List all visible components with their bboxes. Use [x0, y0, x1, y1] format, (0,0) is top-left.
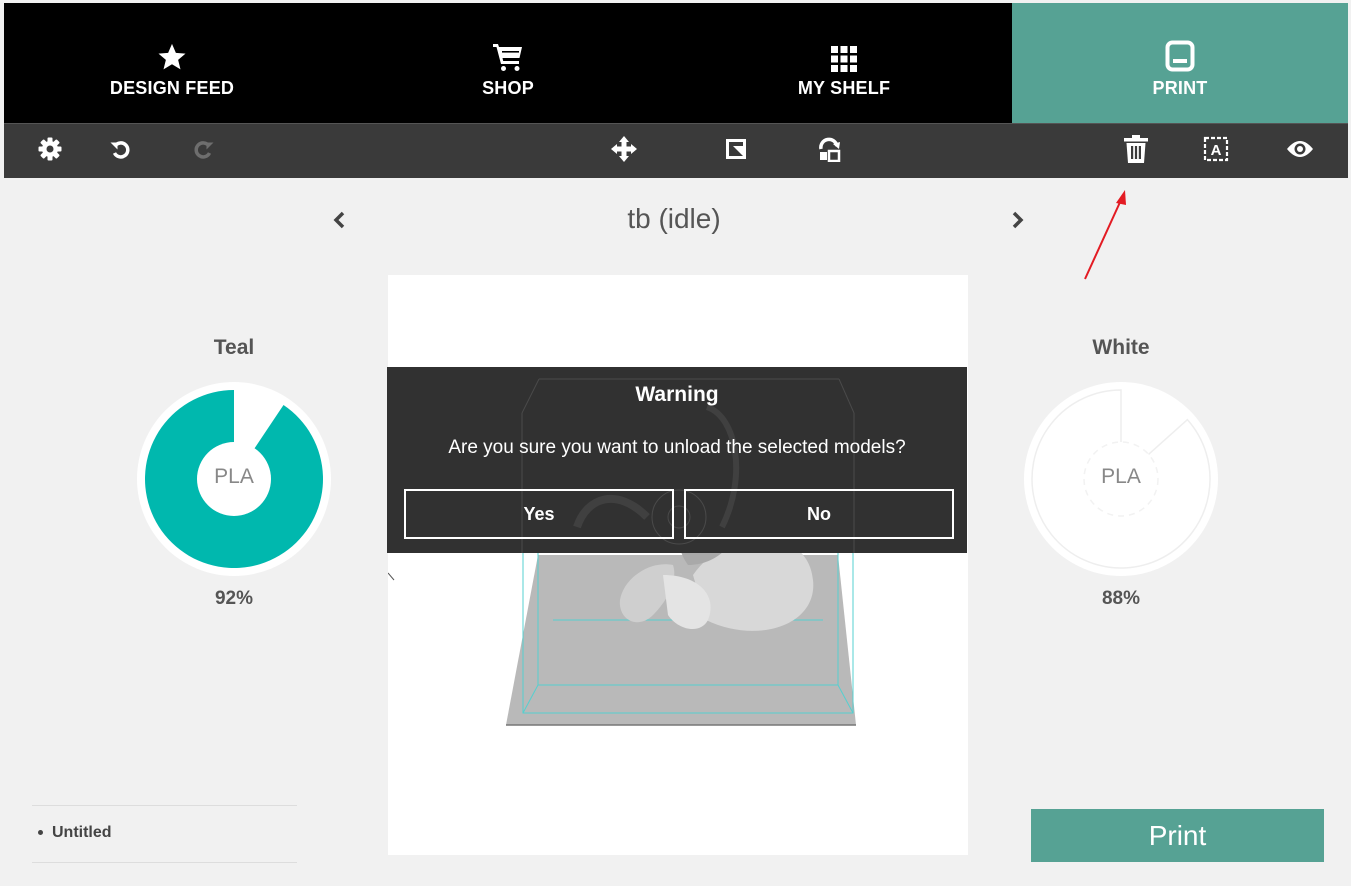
scale-icon: [726, 138, 746, 164]
print-button[interactable]: Print: [1031, 809, 1324, 862]
preview-button[interactable]: [1282, 124, 1318, 178]
bullet-icon: [38, 830, 43, 836]
tab-label: DESIGN FEED: [109, 77, 235, 98]
tab-shop[interactable]: SHOP: [340, 3, 676, 123]
app-window: DESIGN FEED SHOP MY SHELF PRINT A tb (id…: [4, 3, 1348, 883]
move-icon: [611, 135, 637, 167]
trash-icon: [1124, 134, 1148, 168]
redo-button[interactable]: [186, 124, 222, 178]
model-viewport[interactable]: [388, 275, 968, 855]
chevron-right-icon: [1011, 211, 1025, 234]
text-icon: A: [1203, 136, 1229, 167]
warning-dialog: Warning Are you sure you want to unload …: [387, 367, 967, 553]
previous-printer-button[interactable]: [324, 207, 354, 237]
svg-text:A: A: [1211, 142, 1222, 159]
material-percent-right: 88%: [1101, 588, 1141, 609]
cart-icon: [492, 28, 524, 72]
grid-icon: [831, 28, 857, 72]
chevron-left-icon: [332, 211, 346, 234]
no-button[interactable]: No: [684, 489, 954, 539]
material-type-left: PLA: [214, 465, 254, 488]
dialog-message: Are you sure you want to unload the sele…: [448, 437, 906, 458]
undo-icon: [109, 138, 131, 165]
tab-my-shelf[interactable]: MY SHELF: [676, 3, 1012, 123]
star-icon: [157, 28, 187, 72]
rotate-icon: [817, 136, 843, 167]
tab-design-feed[interactable]: DESIGN FEED: [4, 3, 340, 123]
material-name-right: White: [1092, 336, 1150, 359]
tab-label: PRINT: [1152, 77, 1208, 98]
eye-icon: [1286, 139, 1314, 164]
job-name: Untitled: [52, 824, 112, 841]
move-button[interactable]: [606, 124, 642, 178]
scale-button[interactable]: [718, 124, 754, 178]
material-name-left: Teal: [213, 336, 255, 359]
gear-icon: [38, 137, 62, 166]
material-percent-left: 92%: [214, 588, 254, 609]
rotate-button[interactable]: [812, 124, 848, 178]
material-type-right: PLA: [1101, 465, 1141, 488]
tab-print[interactable]: PRINT: [1012, 3, 1348, 123]
yes-button[interactable]: Yes: [404, 489, 674, 539]
list-item[interactable]: Untitled: [38, 824, 112, 842]
tab-label: SHOP: [482, 77, 534, 98]
next-printer-button[interactable]: [1003, 207, 1033, 237]
settings-button[interactable]: [32, 124, 68, 178]
tab-label: MY SHELF: [797, 77, 891, 98]
redo-icon: [193, 138, 215, 165]
text-tool-button[interactable]: A: [1198, 124, 1234, 178]
dialog-title: Warning: [635, 383, 719, 406]
printer-icon: [1165, 28, 1195, 72]
delete-button[interactable]: [1118, 124, 1154, 178]
undo-button[interactable]: [102, 124, 138, 178]
top-nav: DESIGN FEED SHOP MY SHELF PRINT: [4, 3, 1348, 123]
printer-name: tb (idle): [627, 203, 721, 234]
toolbar: A: [4, 123, 1348, 178]
job-list: Untitled: [32, 805, 297, 863]
